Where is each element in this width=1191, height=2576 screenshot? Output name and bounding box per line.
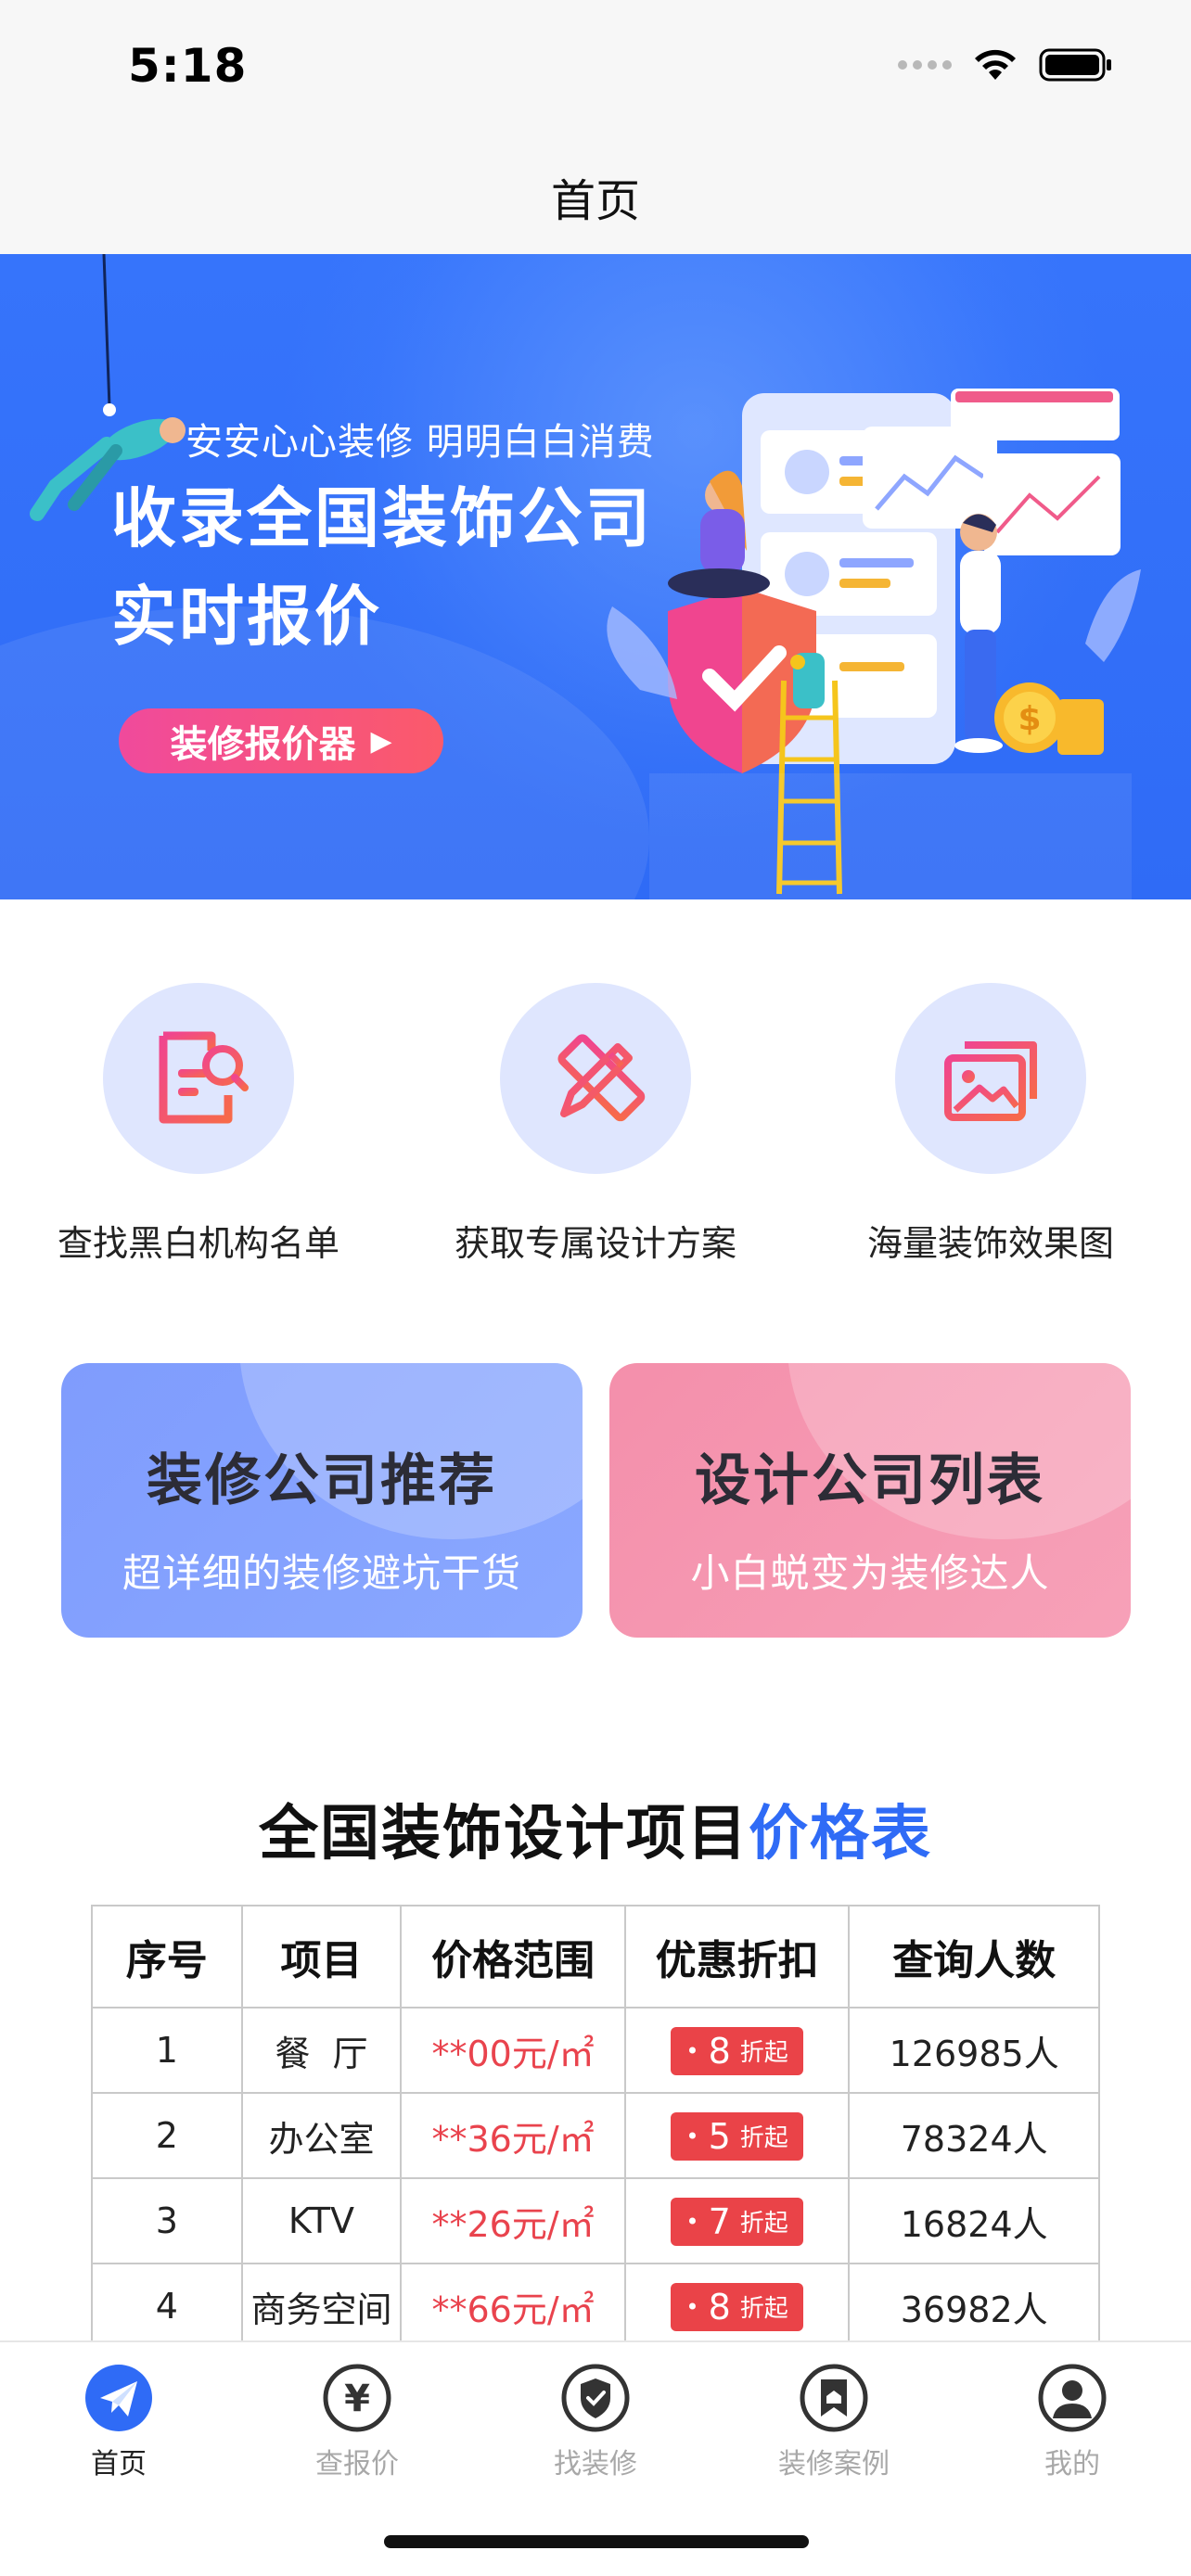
row-count: 126985人 [848, 2007, 1100, 2094]
table-row[interactable]: 4 商务空间 **66元/㎡ • 8 折起 36982人 [91, 2263, 1100, 2350]
tab-label: 首页 [91, 2448, 147, 2480]
card-design-company-list[interactable]: 设计公司列表 小白蜕变为装修达人 [609, 1363, 1131, 1638]
row-discount: • 8 折起 [623, 2007, 851, 2094]
feature-icon-circle [500, 983, 691, 1174]
yen-icon: ¥ [322, 2363, 392, 2433]
row-item: 商务空间 [240, 2263, 403, 2350]
document-search-icon [159, 1031, 249, 1124]
price-section-title-main: 全国装饰设计项目 [259, 1800, 749, 1868]
quote-calculator-label: 装修报价器 [170, 723, 356, 766]
feature-icon-circle [895, 983, 1086, 1174]
row-item: KTV [240, 2177, 403, 2264]
row-item: 餐 厅 [240, 2007, 403, 2094]
row-count: 78324人 [848, 2092, 1100, 2179]
column-header-discount: 优惠折扣 [623, 1905, 851, 2009]
navigation-bar: 首页 [0, 139, 1191, 254]
feature-blacklist[interactable]: 查找黑白机构名单 [32, 983, 365, 1266]
play-arrow-icon: ▶ [370, 724, 392, 758]
tab-label: 装修案例 [778, 2448, 890, 2480]
user-icon [1037, 2363, 1108, 2433]
svg-text:¥: ¥ [344, 2378, 370, 2420]
column-header-price: 价格范围 [400, 1905, 626, 2009]
status-icons [898, 46, 1113, 83]
row-discount: • 5 折起 [623, 2092, 851, 2179]
gallery-icon [944, 1041, 1037, 1121]
column-header-count: 查询人数 [848, 1905, 1100, 2009]
tab-label: 找装修 [554, 2448, 637, 2480]
row-price: **26元/㎡ [400, 2177, 626, 2264]
tab-cases[interactable]: 装修案例 [741, 2363, 927, 2481]
wifi-icon [975, 49, 1016, 80]
card-subtitle: 超详细的装修避坑干货 [122, 1550, 521, 1596]
home-indicator[interactable] [384, 2535, 809, 2548]
shield-check-icon [560, 2363, 631, 2433]
row-price: **00元/㎡ [400, 2007, 626, 2094]
feature-gallery[interactable]: 海量装饰效果图 [824, 983, 1158, 1266]
feature-icon-circle [103, 983, 294, 1174]
card-title: 设计公司列表 [695, 1448, 1045, 1513]
row-discount: • 8 折起 [623, 2263, 851, 2350]
discount-badge: • 5 折起 [671, 2111, 803, 2161]
row-discount: • 7 折起 [623, 2177, 851, 2264]
tab-label: 我的 [1044, 2448, 1100, 2480]
svg-text:$: $ [1018, 700, 1041, 738]
row-price: **66元/㎡ [400, 2263, 626, 2350]
discount-badge: • 7 折起 [671, 2197, 803, 2246]
feature-shortcuts: 查找黑白机构名单 获取专属设计方案 海量装饰效果图 [0, 983, 1191, 1280]
tab-quote[interactable]: ¥ 查报价 [264, 2363, 450, 2481]
row-count: 16824人 [848, 2177, 1100, 2264]
table-row[interactable]: 3 KTV **26元/㎡ • 7 折起 16824人 [91, 2177, 1100, 2264]
status-time: 5:18 [128, 39, 248, 93]
banner-title-line1: 收录全国装饰公司 [111, 480, 653, 556]
paper-plane-icon [83, 2363, 154, 2433]
column-header-item: 项目 [240, 1905, 403, 2009]
row-item: 办公室 [240, 2092, 403, 2179]
row-no: 2 [91, 2092, 243, 2179]
column-header-no: 序号 [91, 1905, 243, 2009]
cellular-signal-icon [898, 60, 952, 70]
quote-calculator-button[interactable]: 装修报价器 ▶ [119, 708, 443, 773]
row-count: 36982人 [848, 2263, 1100, 2350]
feature-label: 获取专属设计方案 [454, 1223, 736, 1264]
banner-title: 收录全国装饰公司 实时报价 [111, 469, 653, 666]
feature-label: 查找黑白机构名单 [57, 1223, 339, 1264]
discount-badge: • 8 折起 [671, 2026, 803, 2075]
tab-home[interactable]: 首页 [26, 2363, 211, 2481]
status-bar: 5:18 [0, 0, 1191, 139]
coin-graphic: $ [994, 682, 1104, 755]
card-title: 装修公司推荐 [147, 1448, 497, 1513]
page-title: 首页 [550, 175, 640, 227]
feature-design-plan[interactable]: 获取专属设计方案 [429, 983, 762, 1266]
tab-label: 查报价 [315, 2448, 399, 2480]
table-header-row: 序号 项目 价格范围 优惠折扣 查询人数 [91, 1905, 1100, 2009]
price-section-title-accent: 价格表 [749, 1800, 932, 1868]
card-subtitle: 小白蜕变为装修达人 [690, 1550, 1050, 1596]
bookmark-icon [799, 2363, 869, 2433]
row-no: 4 [91, 2263, 243, 2350]
hero-banner[interactable]: $ 安安心心装修 明明白白消费 收录全国装饰公司 实时报价 装修报价器 ▶ [0, 254, 1191, 899]
card-company-recommend[interactable]: 装修公司推荐 超详细的装修避坑干货 [61, 1363, 583, 1638]
table-row[interactable]: 2 办公室 **36元/㎡ • 5 折起 78324人 [91, 2092, 1100, 2179]
row-no: 1 [91, 2007, 243, 2094]
battery-icon [1039, 48, 1111, 82]
discount-badge: • 8 折起 [671, 2282, 803, 2331]
table-row[interactable]: 1 餐 厅 **00元/㎡ • 8 折起 126985人 [91, 2007, 1100, 2094]
price-section-title: 全国装饰设计项目价格表 [0, 1786, 1191, 1871]
feature-label: 海量装饰效果图 [866, 1223, 1114, 1264]
banner-title-line2: 实时报价 [111, 579, 382, 655]
ruler-pencil-icon [557, 1034, 646, 1122]
price-table: 序号 项目 价格范围 优惠折扣 查询人数 1 餐 厅 **00元/㎡ • 8 折起 … [91, 1905, 1100, 2350]
tab-find-renovation[interactable]: 找装修 [503, 2363, 688, 2481]
tab-mine[interactable]: 我的 [980, 2363, 1165, 2481]
row-no: 3 [91, 2177, 243, 2264]
row-price: **36元/㎡ [400, 2092, 626, 2179]
banner-slogan: 安安心心装修 明明白白消费 [186, 421, 655, 464]
